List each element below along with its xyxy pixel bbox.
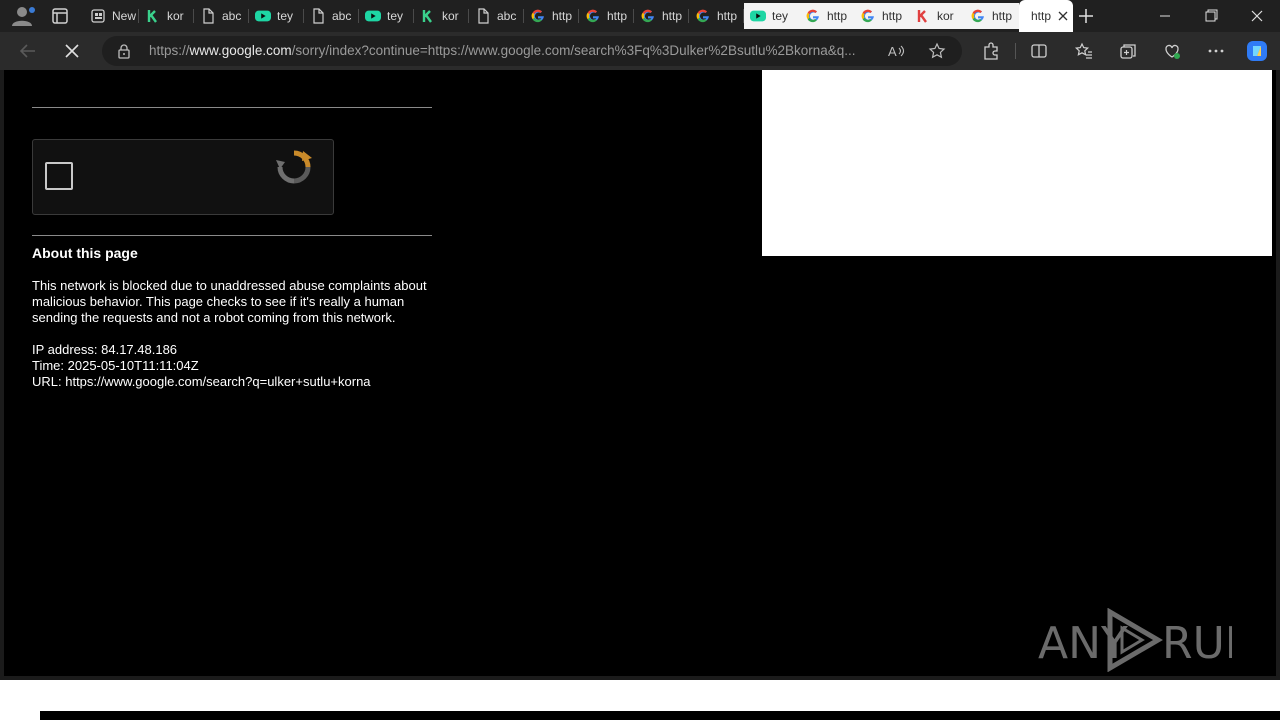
not-a-robot-checkbox[interactable] [45,162,73,190]
url-prefix: https:// [149,43,190,58]
collections-button[interactable] [1116,39,1140,63]
youtube-icon [365,8,381,24]
tab-3[interactable]: abc [194,3,249,29]
tab-label: abc [497,9,517,23]
address-toolbar: https://www.google.com/sorry/index?conti… [0,32,1280,70]
tab-10[interactable]: http [579,3,634,29]
copilot-button[interactable] [1245,39,1269,63]
tab-label: http [607,9,628,23]
minimize-button[interactable] [1150,4,1180,28]
tab-label: tey [772,9,789,23]
url-path: /sorry/index?continue=https://www.google… [291,43,856,58]
tab-label: kor [167,9,184,23]
red-k-icon [915,8,931,24]
tab-label: http [827,9,848,23]
tab-9[interactable]: http [524,3,579,29]
tab-label: New [112,9,137,23]
divider-top [32,107,432,108]
tab-label: http [662,9,683,23]
close-tab-icon[interactable] [1057,7,1069,26]
tab-18[interactable]: http [1019,0,1073,32]
green-k-icon [145,8,161,24]
tab-2[interactable]: kor [139,3,194,29]
tab-7[interactable]: kor [414,3,469,29]
youtube-icon [750,8,766,24]
tab-4[interactable]: tey [249,3,304,29]
tab-label: kor [937,9,954,23]
split-screen-button[interactable] [1027,39,1051,63]
tab-label: abc [222,9,242,23]
google-icon [805,8,821,24]
green-k-icon [420,8,436,24]
tab-label: http [717,9,738,23]
url-info-text: URL: https://www.google.com/search?q=ulk… [32,374,371,389]
extensions-button[interactable] [979,39,1003,63]
new-tab-button[interactable] [1074,4,1098,28]
favorite-star-icon[interactable] [928,42,946,64]
tab-label: abc [332,9,352,23]
tab-label: http [992,9,1013,23]
ip-address-text: IP address: 84.17.48.186 [32,342,178,357]
tab-strip: New kor abc tey abc tey kor abc http http http http… [0,0,1280,32]
document-icon [310,8,326,24]
tab-actions-icon[interactable] [48,6,72,26]
tab-17[interactable]: http [964,3,1019,29]
toolbar-divider [1015,43,1016,59]
tab-label: kor [442,9,459,23]
url-host: www.google.com [189,43,292,58]
google-icon [530,8,546,24]
lock-icon[interactable] [116,43,132,63]
back-button[interactable] [16,39,40,63]
tab-label: http [1031,9,1052,23]
tab-15[interactable]: http [854,3,909,29]
tab-label: http [882,9,903,23]
time-text: Time: 2025-05-10T11:11:04Z [32,358,199,373]
youtube-icon [255,8,271,24]
about-paragraph: This network is blocked due to unaddress… [32,278,427,325]
tab-label: http [552,9,573,23]
blank-popup-panel [762,70,1272,256]
svg-text:A: A [888,44,897,59]
google-icon [970,8,986,24]
google-icon [585,8,601,24]
document-icon [475,8,491,24]
divider-middle [32,235,432,236]
google-icon [695,8,711,24]
browser-essentials-button[interactable] [1160,39,1184,63]
tab-5[interactable]: abc [304,3,359,29]
url-text[interactable]: https://www.google.com/sorry/index?conti… [149,43,879,59]
read-aloud-icon[interactable]: A [888,43,906,63]
tab-14[interactable]: http [799,3,854,29]
tab-11[interactable]: http [634,3,689,29]
favorites-button[interactable] [1072,39,1096,63]
profile-avatar-icon[interactable] [8,4,36,28]
close-window-button[interactable] [1242,4,1272,28]
google-icon [640,8,656,24]
tab-1[interactable]: New [84,3,139,29]
about-heading: About this page [32,245,138,261]
new-tab-page-icon [90,8,106,24]
google-icon [860,8,876,24]
address-bar[interactable]: https://www.google.com/sorry/index?conti… [102,36,962,66]
tab-label: tey [387,9,404,23]
bottom-area [0,680,1280,720]
tab-13[interactable]: tey [744,3,799,29]
bottom-dark-strip [40,711,1280,720]
document-icon [200,8,216,24]
tab-label: tey [277,9,294,23]
browser-window: New kor abc tey abc tey kor abc http http http http… [0,0,1280,720]
more-options-button[interactable] [1204,39,1228,63]
recaptcha-logo-icon [276,149,312,185]
restore-button[interactable] [1196,4,1226,28]
tab-6[interactable]: tey [359,3,414,29]
anyrun-watermark: ANY RUN [1038,607,1258,673]
watermark-left-text: ANY [1038,618,1128,669]
stop-loading-button[interactable] [60,39,84,63]
tab-12[interactable]: http [689,3,744,29]
tab-8[interactable]: abc [469,3,524,29]
watermark-right-text: RUN [1162,618,1232,669]
tab-16[interactable]: kor [909,3,964,29]
